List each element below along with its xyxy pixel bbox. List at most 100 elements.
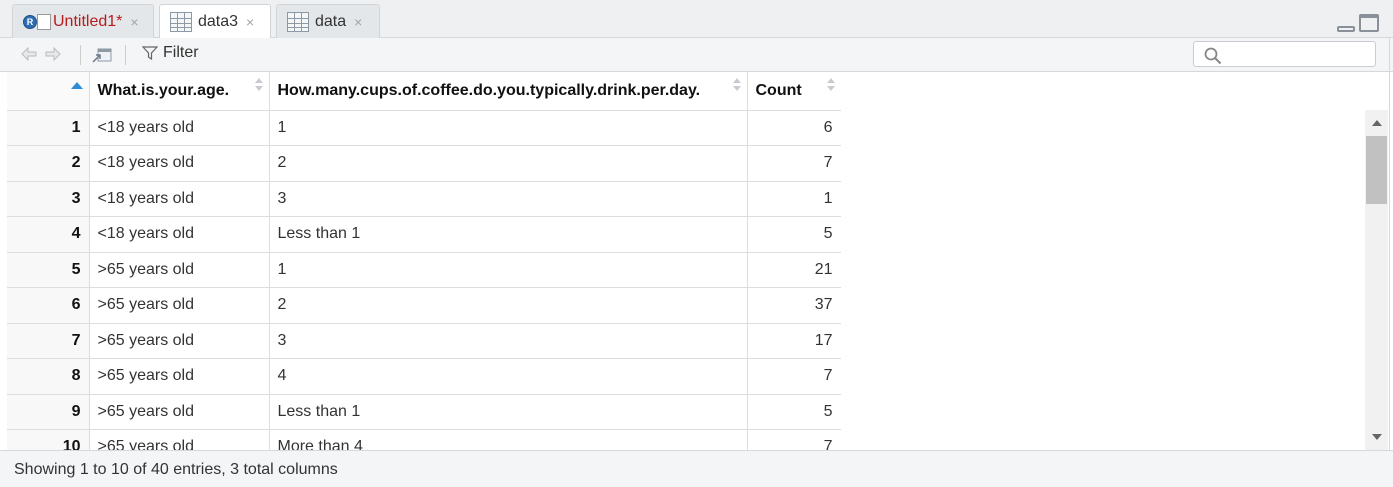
- toolbar-separator: [80, 45, 81, 65]
- tab-label: data: [315, 12, 347, 30]
- cell-cups: Less than 1: [269, 394, 748, 430]
- row-number: 10: [7, 429, 90, 450]
- popout-icon[interactable]: [92, 46, 112, 64]
- cell-count: 17: [747, 323, 841, 359]
- grid-icon: [170, 12, 192, 32]
- left-margin: [0, 72, 7, 450]
- search-input[interactable]: [1228, 44, 1372, 66]
- table-row: 9 >65 years old Less than 1 5: [7, 394, 841, 430]
- pane-border: [1389, 38, 1390, 487]
- status-text: Showing 1 to 10 of 40 entries, 3 total c…: [14, 461, 338, 478]
- tab-untitled1[interactable]: R Untitled1* ×: [12, 4, 154, 38]
- cell-count: 37: [747, 287, 841, 324]
- row-number: 4: [7, 216, 90, 253]
- r-script-icon: R: [23, 14, 37, 29]
- column-header-label: What.is.your.age.: [97, 81, 230, 99]
- cell-age: >65 years old: [89, 252, 270, 288]
- filter-label: Filter: [163, 44, 199, 61]
- cell-age: >65 years old: [89, 287, 270, 324]
- row-number: 1: [7, 110, 90, 146]
- cell-age: >65 years old: [89, 429, 270, 450]
- cell-cups: Less than 1: [269, 216, 748, 253]
- search-box[interactable]: [1193, 41, 1376, 67]
- cell-count: 7: [747, 358, 841, 395]
- header-row: What.is.your.age. How.many.cups.of.coffe…: [7, 72, 841, 111]
- table-row: 10 >65 years old More than 4 7: [7, 429, 841, 450]
- row-number: 9: [7, 394, 90, 430]
- table-row: 4 <18 years old Less than 1 5: [7, 216, 841, 253]
- row-number: 6: [7, 287, 90, 324]
- vertical-scrollbar[interactable]: [1365, 110, 1388, 450]
- row-number: 2: [7, 145, 90, 182]
- grid-icon: [287, 11, 309, 32]
- cell-cups: 2: [269, 287, 748, 324]
- close-icon[interactable]: ×: [246, 14, 254, 30]
- tab-data3[interactable]: data3 ×: [159, 4, 271, 39]
- table-row: 2 <18 years old 2 7: [7, 145, 841, 182]
- cell-age: >65 years old: [89, 358, 270, 395]
- row-index-header[interactable]: [7, 72, 90, 111]
- toolbar-separator: [125, 45, 126, 65]
- cell-count: 7: [747, 429, 841, 450]
- cell-cups: More than 4: [269, 429, 748, 450]
- tab-data[interactable]: data ×: [276, 4, 380, 38]
- cell-cups: 3: [269, 323, 748, 359]
- column-header-count[interactable]: Count: [747, 72, 841, 111]
- toolbar: Filter: [0, 38, 1393, 72]
- data-grid: What.is.your.age. How.many.cups.of.coffe…: [7, 72, 841, 450]
- cell-count: 1: [747, 181, 841, 217]
- cell-cups: 1: [269, 252, 748, 288]
- table-row: 5 >65 years old 1 21: [7, 252, 841, 288]
- table-row: 1 <18 years old 1 6: [7, 110, 841, 146]
- table-row: 7 >65 years old 3 17: [7, 323, 841, 359]
- sort-icon: [732, 78, 741, 91]
- cell-cups: 4: [269, 358, 748, 395]
- filter-button[interactable]: Filter: [142, 44, 199, 62]
- back-arrow-icon[interactable]: [20, 46, 38, 62]
- sort-icon: [826, 78, 835, 91]
- scroll-down-icon[interactable]: [1372, 434, 1382, 440]
- row-number: 5: [7, 252, 90, 288]
- maximize-icon[interactable]: [1359, 14, 1379, 32]
- cell-age: >65 years old: [89, 323, 270, 359]
- column-header-label: Count: [755, 81, 802, 99]
- status-bar: Showing 1 to 10 of 40 entries, 3 total c…: [0, 450, 1393, 487]
- cell-count: 7: [747, 145, 841, 182]
- cell-age: >65 years old: [89, 394, 270, 430]
- filter-icon: [142, 46, 158, 61]
- sort-ascending-icon: [71, 82, 83, 89]
- scrollbar-thumb[interactable]: [1366, 136, 1387, 204]
- cell-age: <18 years old: [89, 216, 270, 253]
- cell-age: <18 years old: [89, 110, 270, 146]
- cell-cups: 3: [269, 181, 748, 217]
- tab-bar: R Untitled1* × data3 × data ×: [0, 0, 1393, 39]
- column-header-age[interactable]: What.is.your.age.: [89, 72, 270, 111]
- cell-count: 5: [747, 394, 841, 430]
- minimize-icon[interactable]: [1337, 26, 1355, 32]
- cell-age: <18 years old: [89, 145, 270, 182]
- column-header-cups[interactable]: How.many.cups.of.coffee.do.you.typically…: [269, 72, 748, 111]
- row-number: 3: [7, 181, 90, 217]
- row-number: 7: [7, 323, 90, 359]
- cell-cups: 2: [269, 145, 748, 182]
- table-row: 6 >65 years old 2 37: [7, 287, 841, 324]
- document-icon: [37, 13, 51, 30]
- close-icon[interactable]: ×: [130, 14, 138, 30]
- tab-label: Untitled1*: [53, 12, 123, 30]
- close-icon[interactable]: ×: [354, 14, 362, 30]
- search-icon: [1204, 47, 1222, 65]
- cell-count: 21: [747, 252, 841, 288]
- row-number: 8: [7, 358, 90, 395]
- sort-icon: [254, 78, 263, 91]
- cell-cups: 1: [269, 110, 748, 146]
- tab-label: data3: [198, 13, 239, 30]
- column-header-label: How.many.cups.of.coffee.do.you.typically…: [277, 81, 701, 99]
- forward-arrow-icon[interactable]: [44, 46, 62, 62]
- window-controls: [1337, 14, 1379, 32]
- scroll-up-icon[interactable]: [1372, 120, 1382, 126]
- cell-age: <18 years old: [89, 181, 270, 217]
- cell-count: 5: [747, 216, 841, 253]
- cell-count: 6: [747, 110, 841, 146]
- table-row: 8 >65 years old 4 7: [7, 358, 841, 395]
- table-row: 3 <18 years old 3 1: [7, 181, 841, 217]
